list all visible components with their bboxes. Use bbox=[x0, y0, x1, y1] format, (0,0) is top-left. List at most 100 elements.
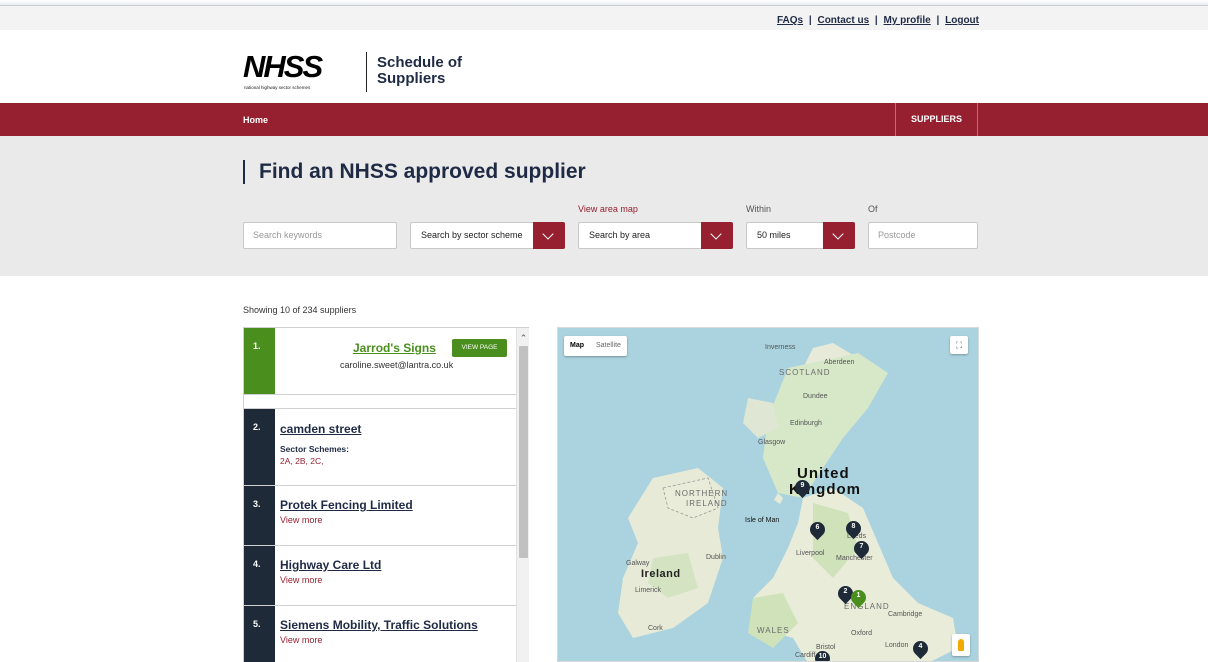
map-label: Glasgow bbox=[758, 439, 786, 446]
street-view-icon[interactable] bbox=[952, 634, 970, 656]
item-number: 2. bbox=[244, 409, 275, 485]
item-number: 3. bbox=[244, 486, 275, 545]
list-item[interactable]: 5. Siemens Mobility, Traffic Solutions V… bbox=[244, 606, 517, 662]
map-type-satellite[interactable]: Satellite bbox=[590, 336, 627, 356]
separator: | bbox=[874, 15, 878, 26]
map-label: WALES bbox=[757, 626, 790, 635]
map-pin[interactable]: 1 bbox=[847, 586, 870, 610]
area-value: Search by area bbox=[589, 230, 651, 240]
map-label: SCOTLAND bbox=[779, 368, 831, 377]
faqs-link[interactable]: FAQs bbox=[777, 15, 803, 26]
map-pin[interactable]: 4 bbox=[909, 637, 932, 661]
my-profile-link[interactable]: My profile bbox=[884, 15, 931, 26]
list-item[interactable]: 4. Highway Care Ltd View more bbox=[244, 546, 517, 606]
logo-mark: NHSS bbox=[243, 49, 323, 84]
sector-codes[interactable]: 2A, 2B, 2C, bbox=[280, 456, 323, 466]
map-label: IRELAND bbox=[686, 499, 728, 508]
map-label: Dublin bbox=[706, 554, 726, 561]
chevron-down-icon[interactable] bbox=[823, 222, 855, 249]
map-label: Cork bbox=[648, 625, 663, 632]
map-pin[interactable]: 6 bbox=[806, 518, 829, 542]
pin-label: 7 bbox=[859, 543, 864, 550]
map-label: NORTHERN bbox=[675, 489, 729, 498]
pin-label: 6 bbox=[815, 524, 820, 531]
map-pin[interactable]: 10 bbox=[811, 647, 834, 661]
item-number: 5. bbox=[244, 606, 275, 662]
postcode-input[interactable]: Postcode bbox=[868, 222, 978, 249]
supplier-map[interactable]: Map Satellite ⛶ Inverness Aberdeen SCOTL… bbox=[557, 327, 979, 662]
scroll-thumb[interactable] bbox=[519, 346, 528, 558]
chevron-down-icon[interactable] bbox=[701, 222, 733, 249]
map-type-toggle[interactable]: Map Satellite bbox=[564, 336, 627, 356]
within-value: 50 miles bbox=[757, 230, 791, 240]
map-label: Inverness bbox=[765, 344, 796, 351]
pin-label: 10 bbox=[818, 653, 827, 660]
map-label: Isle of Man bbox=[745, 517, 780, 524]
nav-home[interactable]: Home bbox=[243, 115, 268, 125]
fullscreen-icon[interactable]: ⛶ bbox=[950, 336, 968, 354]
map-label: Dundee bbox=[803, 393, 828, 400]
pin-label: 9 bbox=[800, 482, 805, 489]
map-pin[interactable]: 7 bbox=[850, 537, 873, 561]
nhss-logo[interactable]: NHSS national highway sector schemes bbox=[243, 49, 351, 92]
list-item[interactable]: 2. camden street Sector Schemes: 2A, 2B,… bbox=[244, 409, 517, 486]
sector-schemes-label: Sector Schemes: bbox=[280, 444, 349, 454]
results-scrollbar[interactable]: ⌃ bbox=[516, 328, 529, 662]
map-label: United bbox=[797, 465, 850, 482]
list-spacer bbox=[244, 395, 517, 409]
utility-links: FAQs | Contact us | My profile | Logout bbox=[777, 15, 979, 26]
map-label: Limerick bbox=[635, 587, 662, 594]
logo-subtitle: national highway sector schemes bbox=[244, 85, 311, 90]
keywords-input[interactable]: Search keywords bbox=[243, 222, 397, 249]
nav-suppliers[interactable]: SUPPLIERS bbox=[895, 103, 978, 136]
sector-scheme-select[interactable]: Search by sector scheme bbox=[410, 222, 565, 249]
utility-bar: FAQs | Contact us | My profile | Logout bbox=[0, 6, 1208, 30]
pin-label: 8 bbox=[851, 523, 856, 530]
supplier-name-link[interactable]: Highway Care Ltd bbox=[280, 558, 381, 572]
map-label: Cambridge bbox=[888, 611, 923, 618]
item-number: 4. bbox=[244, 546, 275, 605]
map-label: Aberdeen bbox=[824, 359, 855, 366]
list-item[interactable]: 1. Jarrod's Signs VIEW PAGE caroline.swe… bbox=[244, 328, 517, 395]
within-label: Within bbox=[746, 204, 772, 214]
view-page-button[interactable]: VIEW PAGE bbox=[452, 339, 507, 357]
view-more-link[interactable]: View more bbox=[280, 575, 322, 585]
map-pin[interactable]: 8 bbox=[842, 517, 865, 541]
contact-us-link[interactable]: Contact us bbox=[817, 15, 869, 26]
map-label: London bbox=[885, 642, 909, 649]
pin-label: 1 bbox=[856, 592, 861, 599]
supplier-name-link[interactable]: camden street bbox=[280, 422, 361, 436]
supplier-name-link[interactable]: Protek Fencing Limited bbox=[280, 498, 413, 512]
map-label: Ireland bbox=[641, 568, 681, 580]
brand-divider bbox=[366, 52, 367, 92]
results-list[interactable]: 1. Jarrod's Signs VIEW PAGE caroline.swe… bbox=[243, 327, 529, 662]
supplier-name-link[interactable]: Siemens Mobility, Traffic Solutions bbox=[280, 618, 478, 632]
item-number: 1. bbox=[244, 328, 275, 394]
view-area-map-link[interactable]: View area map bbox=[578, 204, 638, 214]
separator: | bbox=[808, 15, 812, 26]
map-label: Oxford bbox=[851, 630, 873, 637]
search-panel: Find an NHSS approved supplier Search ke… bbox=[0, 136, 1208, 276]
within-select[interactable]: 50 miles bbox=[746, 222, 855, 249]
map-pin[interactable]: 9 bbox=[791, 476, 814, 500]
chevron-down-icon[interactable] bbox=[533, 222, 565, 249]
sector-scheme-value: Search by sector scheme bbox=[421, 230, 523, 240]
results-count: Showing 10 of 234 suppliers bbox=[243, 305, 357, 315]
view-more-link[interactable]: View more bbox=[280, 515, 322, 525]
map-label: Bristol bbox=[816, 644, 836, 651]
map-label: Cardiff bbox=[795, 652, 816, 659]
map-label: Liverpool bbox=[796, 550, 825, 557]
area-select[interactable]: Search by area bbox=[578, 222, 733, 249]
map-type-map[interactable]: Map bbox=[564, 336, 590, 356]
page-title: Find an NHSS approved supplier bbox=[243, 160, 586, 184]
main-nav: Home SUPPLIERS bbox=[0, 103, 1208, 136]
logout-link[interactable]: Logout bbox=[945, 15, 979, 26]
chevron-up-icon[interactable]: ⌃ bbox=[517, 332, 530, 344]
view-more-link[interactable]: View more bbox=[280, 635, 322, 645]
map-label: Galway bbox=[626, 560, 650, 567]
of-label: Of bbox=[868, 204, 878, 214]
map-label: Edinburgh bbox=[790, 420, 822, 427]
separator: | bbox=[936, 15, 940, 26]
supplier-name-link[interactable]: Jarrod's Signs bbox=[353, 341, 436, 355]
list-item[interactable]: 3. Protek Fencing Limited View more bbox=[244, 486, 517, 546]
